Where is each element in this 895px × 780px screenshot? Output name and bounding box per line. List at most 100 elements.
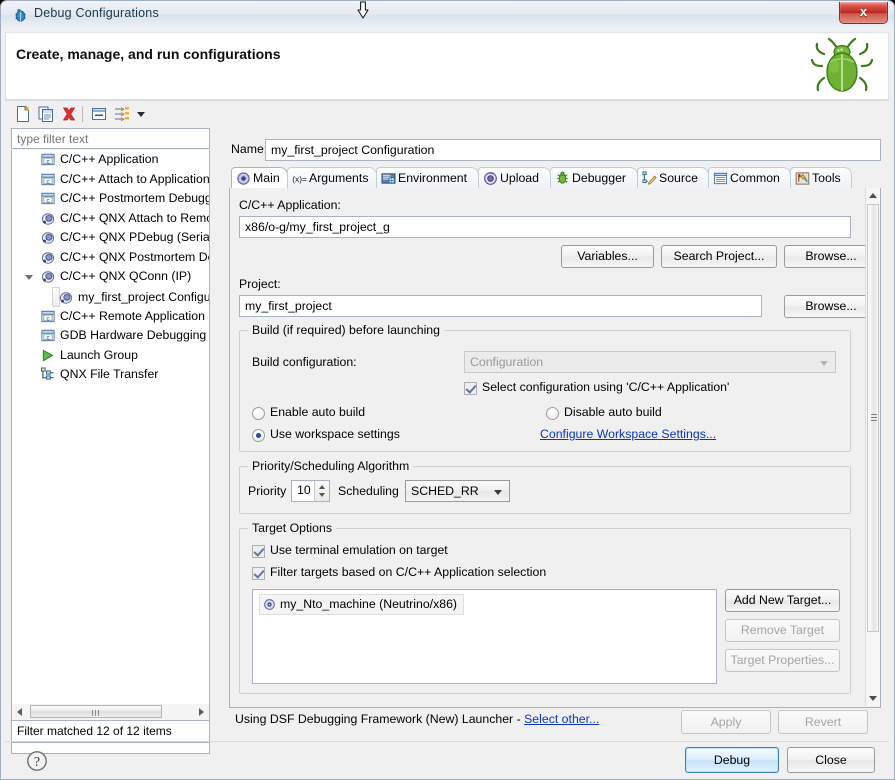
debug-configurations-window: Debug Configurations x Create, manage, a… (0, 0, 895, 780)
priority-group-title: Priority/Scheduling Algorithm (248, 459, 414, 473)
tree-item-0[interactable]: c C/C++ Application (12, 150, 209, 170)
delete-launch-configuration-icon[interactable] (59, 104, 79, 124)
tree-item-label: C/C++ QNX Postmortem Debugging (60, 249, 209, 264)
tab-tools[interactable]: Tools (790, 167, 852, 189)
target-icon (263, 598, 276, 611)
tree-item-label: C/C++ Remote Application (60, 308, 205, 323)
close-button[interactable]: Close (787, 747, 875, 773)
tab-main[interactable]: Main (231, 167, 288, 189)
duplicate-launch-configuration-icon[interactable] (36, 104, 56, 124)
filter-targets-checkbox[interactable] (252, 567, 265, 580)
view-menu-chevron-down-icon[interactable] (134, 104, 148, 124)
scroll-right-arrow-icon[interactable] (199, 708, 204, 716)
disable-auto-build-radio[interactable] (546, 407, 559, 420)
tab-debugger[interactable]: Debugger (550, 167, 638, 189)
build-configuration-value: Configuration (470, 355, 544, 369)
filter-input[interactable] (11, 128, 210, 149)
browse-application-button[interactable]: Browse... (784, 245, 878, 268)
configuration-name-input[interactable] (265, 139, 881, 161)
application-path-input[interactable] (239, 216, 851, 238)
page-title: Create, manage, and run configurations (16, 46, 281, 62)
svg-text:?: ? (34, 755, 40, 770)
environment-tab-icon (381, 171, 396, 186)
tree-horizontal-scrollbar[interactable] (11, 704, 210, 721)
qnx-icon (58, 290, 74, 305)
targets-list[interactable]: my_Nto_machine (Neutrino/x86) (252, 589, 717, 684)
revert-button: Revert (778, 710, 868, 734)
select-configuration-checkbox[interactable] (464, 382, 477, 395)
launch-configurations-tree[interactable]: c C/C++ Application c C/C++ Attach to Appli… (11, 150, 210, 754)
search-project-button[interactable]: Search Project... (661, 245, 777, 268)
priority-spinner[interactable]: 10 (291, 480, 330, 502)
mouse-cursor-arrow-icon (356, 1, 370, 19)
window-titlebar: Debug Configurations x (0, 0, 895, 29)
scheduling-combo[interactable]: SCHED_RR (405, 480, 510, 502)
build-configuration-combo[interactable]: Configuration (464, 351, 836, 373)
debug-button[interactable]: Debug (685, 747, 779, 773)
tree-item-9[interactable]: c GDB Hardware Debugging (12, 326, 209, 346)
configure-workspace-settings-link[interactable]: Configure Workspace Settings... (540, 427, 716, 441)
tree-expand-twisty-icon[interactable] (25, 275, 33, 284)
target-options-group: Target Options Use terminal emulation on… (239, 521, 851, 694)
window-close-button[interactable]: x (839, 2, 888, 24)
scroll-grip-icon (871, 414, 877, 422)
tools-tab-icon (795, 171, 810, 186)
tab-common[interactable]: Common (708, 167, 791, 189)
priority-value: 10 (297, 483, 311, 497)
tree-item-10[interactable]: Launch Group (12, 346, 209, 366)
variables-button[interactable]: Variables... (561, 245, 654, 268)
use-terminal-emulation-checkbox[interactable] (252, 545, 265, 558)
disable-auto-build-label: Disable auto build (564, 405, 662, 419)
tree-item-11[interactable]: QNX File Transfer (12, 365, 209, 385)
filter-status-text: Filter matched 12 of 12 items (11, 721, 210, 743)
tree-item-1[interactable]: c C/C++ Attach to Application (12, 170, 209, 190)
help-question-icon[interactable]: ? (25, 749, 49, 773)
enable-auto-build-label: Enable auto build (270, 405, 366, 419)
scroll-left-arrow-icon[interactable] (17, 708, 22, 716)
tree-item-7[interactable]: my_first_project Configuration (52, 286, 209, 307)
spinner-buttons[interactable] (314, 481, 329, 501)
new-launch-configuration-icon[interactable] (13, 104, 33, 124)
scroll-up-arrow-icon[interactable] (869, 193, 877, 198)
spinner-up-arrow-icon[interactable] (319, 485, 325, 489)
configuration-name-row: Name: (229, 139, 881, 161)
qnx-icon (40, 230, 56, 245)
add-new-target-button[interactable]: Add New Target... (725, 589, 840, 612)
dialog-header: Create, manage, and run configurations (5, 32, 889, 100)
tree-item-8[interactable]: c C/C++ Remote Application (12, 307, 209, 327)
tree-item-label: C/C++ QNX PDebug (Serial) (60, 230, 210, 244)
window-body: Create, manage, and run configurations t… (0, 29, 895, 780)
tree-row-selected-wrap: my_first_project Configuration (12, 286, 209, 307)
tab-arguments[interactable]: (x)= Arguments (287, 167, 377, 189)
tab-source[interactable]: Source (637, 167, 709, 189)
c-app-icon: c (40, 152, 56, 167)
horizontal-scroll-thumb[interactable] (30, 705, 162, 718)
tree-item-2[interactable]: c C/C++ Postmortem Debugger (12, 189, 209, 209)
vertical-scroll-thumb[interactable] (867, 204, 879, 632)
tab-environment[interactable]: Environment (376, 167, 479, 189)
tree-item-label: Launch Group (60, 347, 138, 362)
tree-item-label: C/C++ Attach to Application (60, 171, 210, 186)
enable-auto-build-radio[interactable] (252, 407, 265, 420)
content-vertical-scrollbar[interactable] (865, 188, 880, 706)
target-list-item[interactable]: my_Nto_machine (Neutrino/x86) (259, 594, 465, 615)
filter-launch-configurations-icon[interactable] (112, 104, 132, 124)
use-workspace-settings-radio[interactable] (252, 429, 265, 442)
tree-item-5[interactable]: C/C++ QNX Postmortem Debugging (12, 248, 209, 268)
window-title: Debug Configurations (34, 6, 159, 20)
tree-item-6[interactable]: C/C++ QNX QConn (IP) (12, 267, 209, 287)
tab-label: Environment (398, 171, 468, 185)
configuration-tabs: Main (x)= Arguments Environment Upload Debugg… (229, 167, 881, 190)
project-label: Project: (239, 277, 281, 291)
c-app-icon: c (40, 309, 56, 324)
project-input[interactable] (239, 295, 762, 317)
use-workspace-settings-label: Use workspace settings (270, 427, 400, 441)
tab-upload[interactable]: Upload (478, 167, 551, 189)
select-other-link[interactable]: Select other... (524, 712, 599, 726)
debug-bug-icon (13, 8, 28, 23)
browse-project-button[interactable]: Browse... (784, 295, 878, 318)
spinner-down-arrow-icon[interactable] (319, 493, 325, 497)
tree-item-3[interactable]: C/C++ QNX Attach to Remote Process via Q… (12, 209, 209, 229)
collapse-all-icon[interactable] (89, 104, 109, 124)
tree-item-4[interactable]: C/C++ QNX PDebug (Serial) (12, 228, 209, 248)
